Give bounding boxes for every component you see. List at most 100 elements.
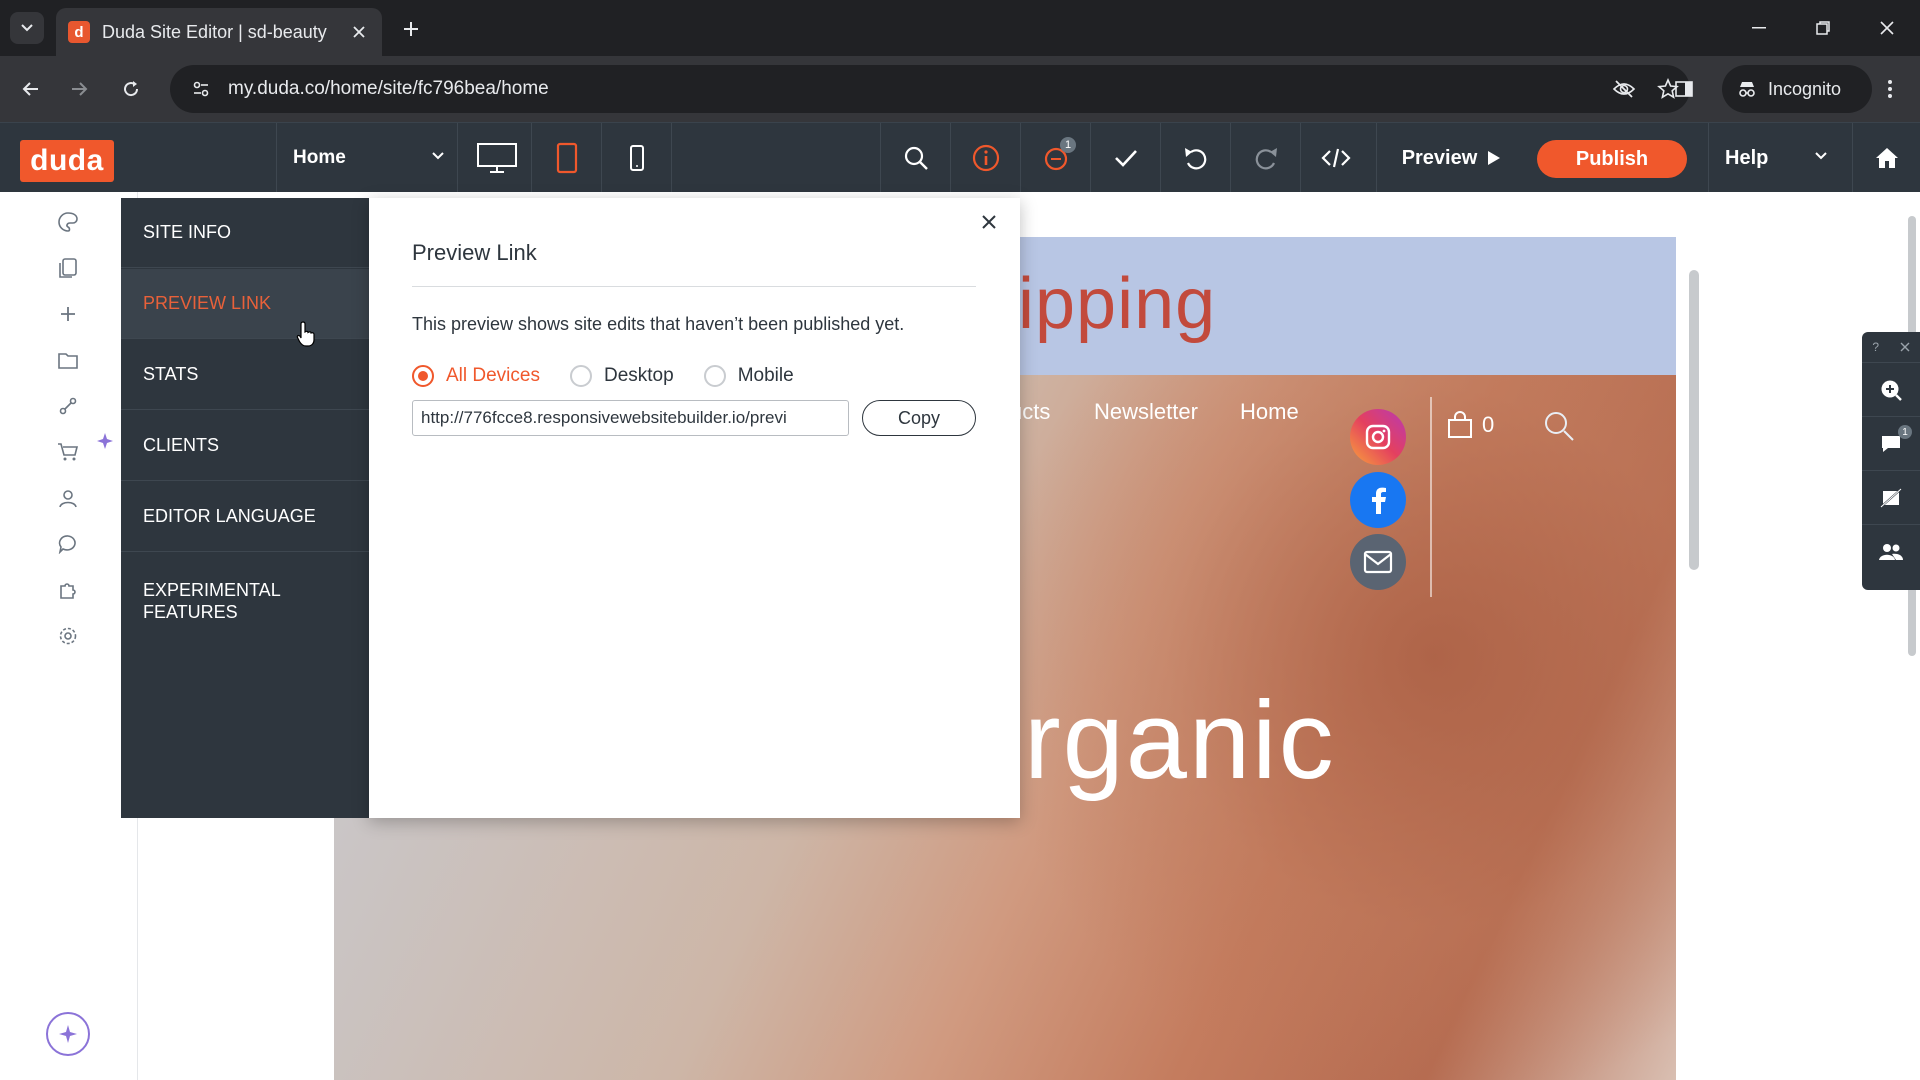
copy-button[interactable]: Copy <box>862 400 976 436</box>
chevron-down-icon <box>21 24 33 32</box>
desktop-view-button[interactable] <box>462 123 532 193</box>
browser-tab-active[interactable]: d Duda Site Editor | sd-beauty <box>56 8 382 56</box>
collaborators-button[interactable] <box>1862 524 1920 578</box>
mobile-icon <box>629 145 644 171</box>
members-icon[interactable] <box>52 482 84 514</box>
dialog-description: This preview shows site edits that haven… <box>412 314 905 334</box>
help-question-icon[interactable]: ? <box>1872 340 1879 354</box>
apps-puzzle-icon[interactable] <box>52 574 84 606</box>
close-icon[interactable] <box>1900 342 1910 352</box>
help-menu-button[interactable]: Help <box>1708 123 1848 193</box>
editor-left-sidebar <box>0 192 138 1080</box>
minimize-window-button[interactable] <box>1734 10 1784 46</box>
hide-icon <box>1880 488 1902 507</box>
nav-divider <box>1430 397 1432 597</box>
ecommerce-cart-icon[interactable] <box>52 436 84 468</box>
menu-item-experimental-features[interactable]: EXPERIMENTAL FEATURES <box>121 553 321 649</box>
site-cart[interactable]: 0 <box>1444 409 1494 441</box>
close-icon[interactable] <box>975 208 1003 236</box>
help-label: Help <box>1725 146 1769 169</box>
mail-icon[interactable] <box>1350 534 1406 590</box>
search-button[interactable] <box>880 123 950 193</box>
eye-off-icon[interactable] <box>1602 69 1646 109</box>
page-selector[interactable]: Home <box>276 123 458 193</box>
zoom-in-button[interactable] <box>1862 362 1920 416</box>
url-text[interactable]: my.duda.co/home/site/fc796bea/home <box>228 78 1602 100</box>
new-tab-button[interactable] <box>396 14 426 44</box>
close-window-button[interactable] <box>1862 10 1912 46</box>
facebook-icon[interactable] <box>1350 472 1406 528</box>
radio-mobile[interactable]: Mobile <box>703 365 794 387</box>
settings-gear-icon[interactable] <box>52 620 84 652</box>
site-search-icon[interactable] <box>1542 409 1576 443</box>
forward-button[interactable] <box>60 70 98 108</box>
preview-button[interactable]: Preview <box>1376 123 1526 193</box>
dashboard-home-button[interactable] <box>1852 123 1920 193</box>
incognito-profile-button[interactable]: Incognito <box>1722 65 1872 113</box>
shopping-bag-icon <box>1448 411 1472 438</box>
radio-desktop[interactable]: Desktop <box>569 365 674 387</box>
site-scrollbar-thumb[interactable] <box>1689 270 1699 570</box>
tablet-view-button[interactable] <box>532 123 602 193</box>
browser-toolbar: my.duda.co/home/site/fc796bea/home Incog… <box>0 56 1920 122</box>
duda-favicon-icon: d <box>68 21 90 43</box>
plus-icon <box>404 22 418 36</box>
checklist-button[interactable] <box>1090 123 1160 193</box>
instagram-icon[interactable] <box>1350 409 1406 465</box>
address-bar[interactable]: my.duda.co/home/site/fc796bea/home <box>170 65 1690 113</box>
back-button[interactable] <box>12 70 50 108</box>
hero-title[interactable]: rganic <box>1024 677 1336 804</box>
mobile-view-button[interactable] <box>602 123 672 193</box>
notifications-button[interactable]: 1 <box>1020 123 1090 193</box>
ai-sparkle-icon <box>59 1025 77 1043</box>
chat-button[interactable]: 1 <box>1862 416 1920 470</box>
radio-button-selected[interactable] <box>412 365 434 387</box>
browser-tab-bar: d Duda Site Editor | sd-beauty <box>0 0 1920 56</box>
hand-cursor-icon <box>296 320 318 348</box>
browser-menu-icon[interactable] <box>1872 71 1908 107</box>
add-widget-icon[interactable] <box>52 298 84 330</box>
menu-item-editor-language[interactable]: EDITOR LANGUAGE <box>121 482 369 552</box>
menu-item-site-info[interactable]: SITE INFO <box>121 198 369 268</box>
radio-button[interactable] <box>569 365 592 387</box>
tab-search-button[interactable] <box>10 12 44 44</box>
ai-assistant-button[interactable] <box>46 1012 90 1056</box>
side-panel-icon[interactable] <box>1666 71 1702 107</box>
home-icon <box>1875 148 1898 168</box>
menu-item-preview-link[interactable]: PREVIEW LINK <box>121 269 369 339</box>
arrow-right-icon <box>72 82 88 96</box>
publish-button[interactable]: Publish <box>1537 140 1687 178</box>
duda-logo[interactable]: duda <box>20 140 114 182</box>
undo-button[interactable] <box>1160 123 1230 193</box>
incognito-label: Incognito <box>1768 78 1842 99</box>
connected-data-icon[interactable] <box>52 390 84 422</box>
canvas-scrollbar[interactable] <box>1904 192 1920 1080</box>
content-library-icon[interactable] <box>52 344 84 376</box>
redo-button[interactable] <box>1230 123 1300 193</box>
tab-close-icon[interactable] <box>348 21 370 43</box>
restore-window-button[interactable] <box>1798 10 1848 46</box>
radio-label: Desktop <box>603 365 674 386</box>
hide-sections-button[interactable] <box>1862 470 1920 524</box>
tab-title: Duda Site Editor | sd-beauty <box>102 21 327 42</box>
dialog-divider <box>412 286 976 287</box>
radio-button[interactable] <box>703 365 726 387</box>
site-nav-item[interactable]: Home <box>1240 399 1299 425</box>
reload-button[interactable] <box>112 70 150 108</box>
chat-count-badge: 1 <box>1898 425 1912 439</box>
chevron-down-icon <box>1815 152 1827 160</box>
menu-item-clients[interactable]: CLIENTS <box>121 411 369 481</box>
comments-icon[interactable] <box>52 528 84 560</box>
redo-icon <box>1255 148 1277 170</box>
radio-all-devices[interactable]: All Devices <box>412 365 540 387</box>
site-info-button[interactable] <box>950 123 1020 193</box>
site-scrollbar[interactable] <box>1686 250 1702 1080</box>
developer-mode-button[interactable] <box>1300 123 1370 193</box>
pages-icon[interactable] <box>52 252 84 284</box>
design-palette-icon[interactable] <box>52 206 84 238</box>
site-nav-item[interactable]: Newsletter <box>1094 399 1198 425</box>
site-settings-icon[interactable] <box>184 72 218 106</box>
code-icon <box>1320 148 1351 168</box>
preview-link-field[interactable] <box>412 400 849 436</box>
menu-item-stats[interactable]: STATS <box>121 340 369 410</box>
